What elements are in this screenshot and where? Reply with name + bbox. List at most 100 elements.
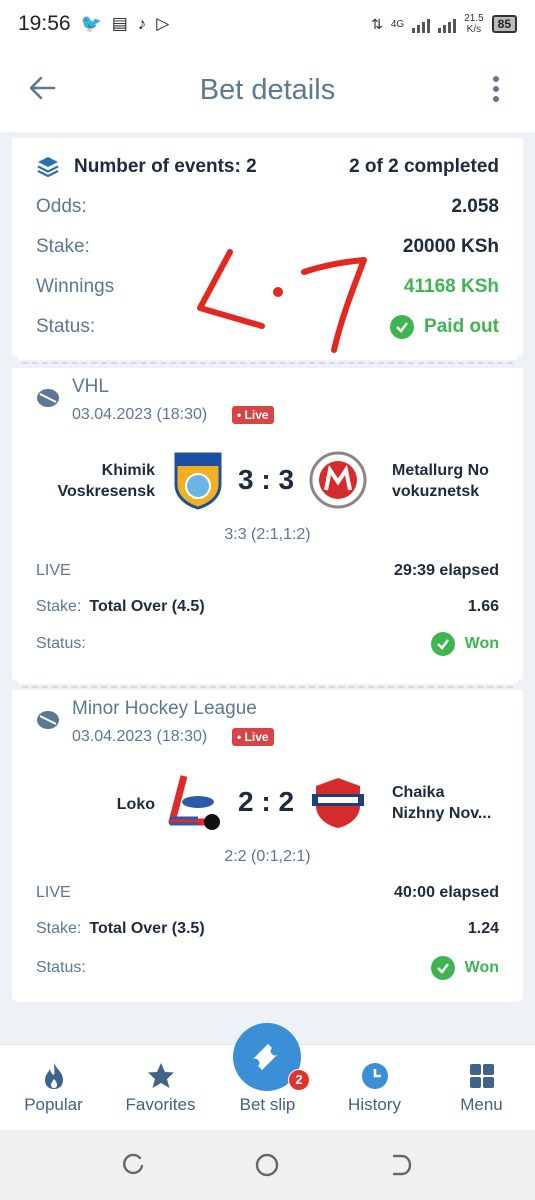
- live-badge: • Live: [232, 728, 274, 746]
- ticket-notch: [516, 355, 530, 369]
- status-label: Status:: [36, 316, 96, 337]
- khimik-logo-icon: [174, 452, 222, 510]
- away-team-line1: Metallurg No: [392, 462, 489, 479]
- live-row: LIVE 29:39 elapsed: [36, 562, 499, 580]
- check-circle-icon: [430, 956, 455, 980]
- star-icon: [147, 1063, 174, 1088]
- away-team-line1: Chaika: [392, 784, 445, 801]
- period-scores: 3:3 (2:1,1:2): [224, 526, 311, 543]
- twitter-icon: 🐦: [80, 14, 102, 33]
- market-name: Total Over (3.5): [89, 920, 205, 937]
- signal-icon-2: [438, 15, 457, 33]
- status-bar: 19:56 🐦 ▤ ♪ ▷ ⇅ 4G 21.5 K/s 85: [0, 0, 535, 48]
- nav-popular[interactable]: Popular: [0, 1061, 107, 1115]
- check-circle-icon: [390, 315, 415, 339]
- play-store-icon: ▷: [156, 14, 170, 33]
- status-label: Status:: [36, 959, 86, 976]
- away-team-line2: Nizhny Nov...: [392, 805, 492, 822]
- stake-label: Stake:: [36, 236, 90, 257]
- tiktok-icon: ♪: [137, 14, 147, 33]
- away-team-name: Chaika Nizhny Nov...: [392, 782, 522, 824]
- elapsed-time: 29:39 elapsed: [394, 562, 499, 579]
- events-row: Number of events: 2 2 of 2 completed: [36, 152, 499, 182]
- period-label: LIVE: [36, 884, 71, 901]
- bet-slip-count-badge: 2: [288, 1069, 310, 1091]
- nav-bet-slip[interactable]: Bet slip: [214, 1095, 321, 1115]
- event-card-1[interactable]: VHL 03.04.2023 (18:30) • Live Khimik Vos…: [12, 368, 523, 684]
- live-row: LIVE 40:00 elapsed: [36, 884, 499, 902]
- market-odds: 1.66: [467, 598, 499, 615]
- market-odds: 1.24: [467, 920, 499, 937]
- page-title: Bet details: [199, 74, 336, 106]
- status-won-text: Won: [464, 635, 499, 652]
- check-circle-icon: [430, 632, 455, 656]
- nav-history-label: History: [348, 1095, 401, 1114]
- status-row: Status: Won: [36, 632, 499, 656]
- nav-menu[interactable]: Menu: [428, 1061, 535, 1115]
- stake-label: Stake:: [36, 920, 82, 937]
- period-scores: 2:2 (0:1,2:1): [224, 848, 311, 865]
- event-date: 03.04.2023 (18:30): [72, 406, 208, 423]
- status-won-text: Won: [464, 959, 499, 976]
- status-row: Status: Won: [36, 956, 499, 980]
- odds-row: Odds: 2.058: [36, 192, 499, 222]
- network-type: 4G: [390, 18, 405, 30]
- back-icon[interactable]: [388, 1152, 414, 1178]
- status-label: Status:: [36, 635, 86, 652]
- events-count: Number of events: 2: [36, 155, 257, 179]
- live-badge: • Live: [232, 406, 274, 424]
- status-paid-out-text: Paid out: [424, 316, 499, 337]
- bottom-nav: Popular Favorites 2 Bet slip History Men…: [0, 1023, 535, 1130]
- ticket-divider: [12, 362, 523, 364]
- match-score: 3 : 3: [237, 464, 295, 495]
- net-speed-value: 21.5: [464, 13, 484, 24]
- nav-menu-label: Menu: [460, 1095, 503, 1114]
- nav-favorites[interactable]: Favorites: [107, 1061, 214, 1115]
- system-navigation-bar: [0, 1130, 535, 1200]
- recent-apps-icon[interactable]: [120, 1152, 146, 1178]
- flame-icon: [44, 1063, 63, 1089]
- layers-icon: [37, 157, 59, 178]
- league-name: VHL: [72, 376, 109, 397]
- away-team-name: Metallurg No vokuznetsk: [392, 460, 522, 502]
- status-indicators: ⇅ 4G 21.5 K/s 85: [371, 13, 517, 35]
- nav-bet-slip-label: Bet slip: [239, 1095, 296, 1114]
- home-team-line2: Voskresensk: [57, 483, 155, 500]
- away-team-line2: vokuznetsk: [392, 483, 480, 500]
- metallurg-logo-icon: [309, 451, 367, 509]
- stake-value: 20000 KSh: [402, 236, 499, 257]
- completed-count: 2 of 2 completed: [349, 156, 499, 177]
- hockey-puck-icon: [37, 389, 59, 407]
- ticket-icon: [252, 1044, 278, 1070]
- market-name: Total Over (4.5): [89, 598, 205, 615]
- period-label: LIVE: [36, 562, 71, 579]
- more-options-icon[interactable]: [493, 76, 501, 102]
- battery-icon: 85: [491, 15, 517, 33]
- bet-summary-card: Number of events: 2 2 of 2 completed Odd…: [12, 138, 523, 360]
- event-card-2[interactable]: Minor Hockey League 03.04.2023 (18:30) •…: [12, 690, 523, 1002]
- nav-history[interactable]: History: [321, 1061, 428, 1115]
- handwritten-annotation: [197, 249, 367, 353]
- loko-logo-icon: [168, 775, 220, 830]
- stake-row: Stake: Total Over (4.5) 1.66: [36, 598, 499, 616]
- data-arrows-icon: ⇅: [371, 15, 383, 32]
- status-time: 19:56: [18, 12, 71, 35]
- status-notification-icons: 🐦 ▤ ♪ ▷: [81, 14, 170, 34]
- ticket-notch: [5, 355, 19, 369]
- home-team-line1: Khimik: [101, 462, 155, 479]
- hockey-puck-icon: [37, 711, 59, 729]
- clock-icon: [361, 1063, 388, 1089]
- event-date: 03.04.2023 (18:30): [72, 728, 208, 745]
- signal-icon: [412, 15, 431, 33]
- grid-menu-icon: [469, 1064, 494, 1088]
- home-icon[interactable]: [254, 1152, 280, 1178]
- net-speed: 21.5 K/s: [464, 13, 483, 35]
- net-speed-unit: K/s: [466, 24, 482, 35]
- match-score: 2 : 2: [237, 786, 295, 817]
- status-won: Won: [430, 956, 499, 980]
- ticket-divider: [12, 686, 523, 688]
- app-header: Bet details: [0, 48, 535, 132]
- odds-label: Odds:: [36, 196, 87, 217]
- events-count-label: Number of events: 2: [74, 156, 257, 177]
- stake-row: Stake: Total Over (3.5) 1.24: [36, 920, 499, 938]
